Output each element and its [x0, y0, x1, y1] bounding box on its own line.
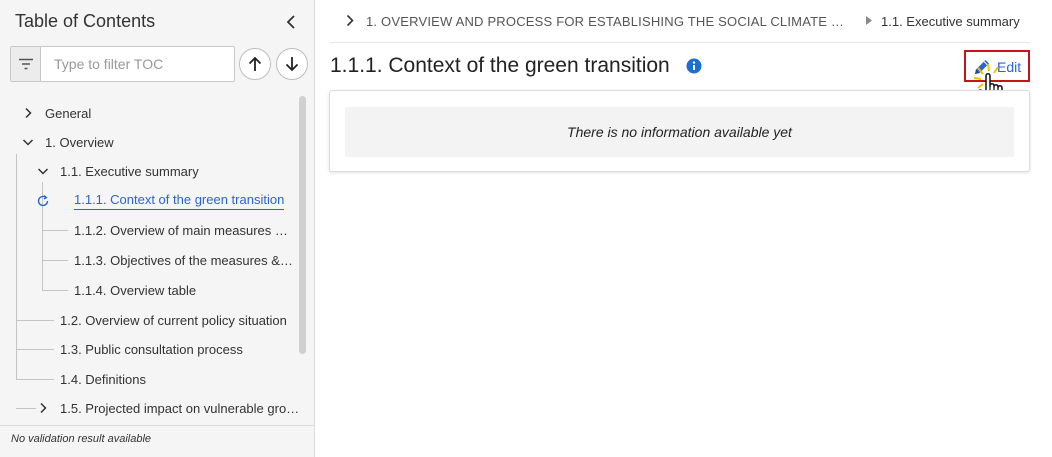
tree-connector	[42, 230, 68, 231]
content-panel: There is no information available yet	[329, 90, 1030, 172]
tree-connector	[42, 290, 68, 291]
chevron-right-icon[interactable]	[22, 107, 34, 119]
toc-item-label: 1.3. Public consultation process	[60, 341, 243, 357]
validation-status-text: No validation result available	[11, 433, 152, 445]
toc-item-definitions[interactable]: 1.4. Definitions	[60, 365, 146, 393]
toc-item-label: 1.1.4. Overview table	[74, 282, 197, 298]
toc-item-label: 1.2. Overview of current policy situatio…	[60, 312, 287, 328]
arrow-down-icon	[285, 57, 299, 72]
breadcrumb: 1. OVERVIEW AND PROCESS FOR ESTABLISHING…	[330, 0, 1030, 43]
chevron-right-icon[interactable]	[37, 402, 49, 414]
toc-item-executive-summary[interactable]: 1.1. Executive summary	[37, 157, 199, 185]
toc-header: Table of Contents	[0, 0, 314, 42]
toc-item-label: 1.1.1. Context of the green transition	[74, 192, 285, 210]
empty-state-message: There is no information available yet	[345, 107, 1014, 157]
toc-tree: General 1. Overview 1.1. Executive summa…	[0, 96, 300, 426]
breadcrumb-item-subsection[interactable]: 1.1. Executive summary	[881, 14, 1020, 29]
tree-connector	[16, 408, 36, 409]
toc-scrollbar[interactable]	[299, 96, 306, 354]
tree-connector	[42, 260, 68, 261]
page-title: 1.1.1. Context of the green transition	[330, 54, 670, 77]
tree-connector	[16, 320, 54, 321]
toc-filter-row	[10, 46, 310, 82]
toc-item-general[interactable]: General	[22, 99, 91, 127]
chevron-left-icon	[286, 15, 295, 29]
toc-filter-input[interactable]	[42, 47, 234, 81]
toc-item-label: 1.4. Definitions	[60, 371, 146, 387]
toc-item-overview-table[interactable]: 1.1.4. Overview table	[74, 276, 196, 304]
main-content: 1. OVERVIEW AND PROCESS FOR ESTABLISHING…	[316, 0, 1052, 457]
filter-icon[interactable]	[11, 47, 41, 81]
toc-item-label: 1. Overview	[45, 134, 114, 150]
edit-button[interactable]: Edit	[964, 50, 1030, 82]
toc-item-current-policy[interactable]: 1.2. Overview of current policy situatio…	[60, 306, 287, 334]
toc-filter-box	[10, 46, 235, 82]
pencil-icon	[975, 60, 989, 74]
toc-item-projected-impact[interactable]: 1.5. Projected impact on vulnerable gro…	[37, 394, 299, 422]
toc-item-public-consultation[interactable]: 1.3. Public consultation process	[60, 335, 243, 363]
toc-item-label: 1.1. Executive summary	[60, 163, 199, 179]
previous-match-button[interactable]	[239, 48, 271, 80]
edit-button-label: Edit	[997, 59, 1022, 75]
toc-item-context-green-transition[interactable]: 1.1.1. Context of the green transition	[36, 187, 285, 215]
triangle-right-icon	[866, 16, 872, 25]
breadcrumb-item-section[interactable]: 1. OVERVIEW AND PROCESS FOR ESTABLISHING…	[366, 14, 854, 29]
toc-item-label: General	[45, 105, 92, 121]
refresh-icon	[37, 195, 49, 207]
validation-footer: No validation result available	[0, 425, 314, 457]
toc-item-overview-main-measures[interactable]: 1.1.2. Overview of main measures …	[74, 216, 288, 244]
next-match-button[interactable]	[276, 48, 308, 80]
arrow-up-icon	[248, 56, 262, 71]
tree-connector	[16, 154, 17, 380]
toc-item-label: 1.1.3. Objectives of the measures &…	[74, 252, 293, 268]
toc-item-objectives-measures[interactable]: 1.1.3. Objectives of the measures &…	[74, 246, 293, 274]
info-icon[interactable]	[686, 58, 702, 74]
toc-item-label: 1.5. Projected impact on vulnerable gro…	[60, 400, 300, 416]
toc-sidebar: Table of Contents Gen	[0, 0, 315, 457]
chevron-right-icon	[346, 14, 354, 27]
chevron-down-icon[interactable]	[37, 165, 49, 177]
toc-item-label: 1.1.2. Overview of main measures …	[74, 222, 288, 238]
tree-connector	[16, 379, 54, 380]
toc-title: Table of Contents	[15, 11, 156, 31]
collapse-sidebar-button[interactable]	[281, 12, 301, 32]
toc-item-overview[interactable]: 1. Overview	[22, 128, 114, 156]
tree-connector	[16, 349, 54, 350]
chevron-down-icon[interactable]	[22, 136, 34, 148]
